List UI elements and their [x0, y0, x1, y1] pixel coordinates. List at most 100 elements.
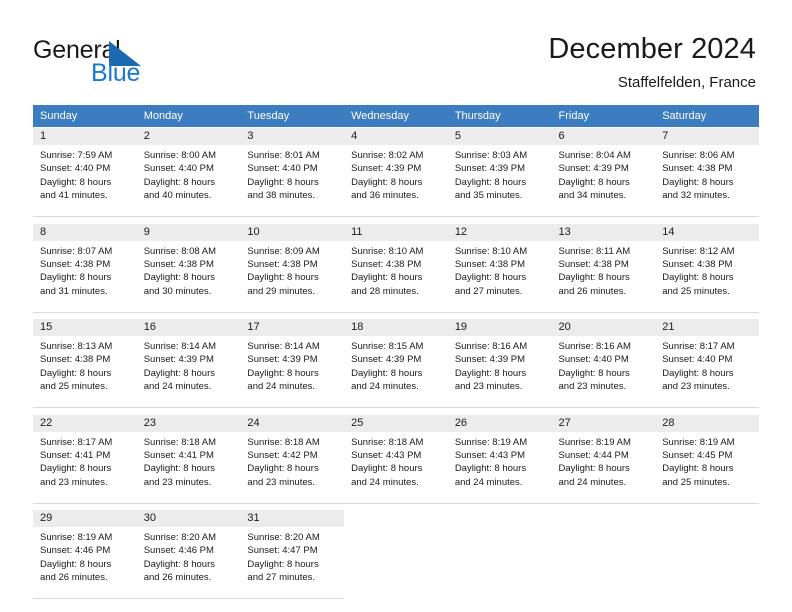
page-header: General Blue December 2024 Staffelfelden…	[0, 0, 792, 100]
daylight-text-line2: and 38 minutes.	[247, 190, 316, 202]
day-number: 29	[33, 510, 137, 527]
calendar-day-cell[interactable]: 23 Sunrise: 8:18 AM Sunset: 4:41 PM Dayligh…	[136, 413, 241, 504]
daylight-text-line1: Daylight: 8 hours	[662, 463, 734, 475]
calendar-day-cell[interactable]: 17 Sunrise: 8:14 AM Sunset: 4:39 PM Dayligh…	[240, 318, 345, 408]
calendar-day-cell[interactable]: 18 Sunrise: 8:15 AM Sunset: 4:39 PM Dayligh…	[344, 318, 448, 408]
day-number: 8	[33, 223, 137, 241]
day-cell-inner: 26 Sunrise: 8:19 AM Sunset: 4:43 PM Dayligh…	[447, 414, 552, 504]
calendar-week-row: 29 Sunrise: 8:19 AM Sunset: 4:46 PM Dayligh…	[33, 509, 759, 599]
calendar-day-cell[interactable]: 6 Sunrise: 8:04 AM Sunset: 4:39 PM Daylight…	[551, 127, 656, 217]
calendar-day-cell[interactable]: 22 Sunrise: 8:17 AM Sunset: 4:41 PM Dayligh…	[33, 413, 137, 504]
day-cell-inner: 18 Sunrise: 8:15 AM Sunset: 4:39 PM Dayligh…	[344, 319, 448, 408]
day-events: Sunrise: 8:08 AM Sunset: 4:38 PM Daylight:…	[137, 241, 241, 299]
day-cell-inner: 12 Sunrise: 8:10 AM Sunset: 4:38 PM Dayligh…	[447, 223, 552, 313]
sunrise-text: Sunrise: 8:17 AM	[40, 436, 113, 448]
day-events: Sunrise: 8:18 AM Sunset: 4:42 PM Daylight:…	[240, 432, 344, 490]
calendar-day-cell[interactable]: 15 Sunrise: 8:13 AM Sunset: 4:38 PM Dayligh…	[33, 318, 137, 408]
calendar-day-cell[interactable]: 30 Sunrise: 8:20 AM Sunset: 4:46 PM Dayligh…	[136, 509, 241, 599]
weekday-header-sunday: Sunday	[33, 105, 137, 128]
daylight-text-line2: and 41 minutes.	[40, 190, 108, 202]
calendar-day-cell[interactable]: 8 Sunrise: 8:07 AM Sunset: 4:38 PM Daylight…	[33, 222, 137, 313]
day-number: 19	[447, 319, 552, 336]
calendar-day-cell[interactable]: 29 Sunrise: 8:19 AM Sunset: 4:46 PM Dayligh…	[33, 509, 137, 599]
daylight-text-line1: Daylight: 8 hours	[247, 272, 319, 284]
calendar-day-cell[interactable]: 2 Sunrise: 8:00 AM Sunset: 4:40 PM Daylight…	[136, 127, 241, 217]
daylight-text-line1: Daylight: 8 hours	[40, 272, 112, 284]
calendar-day-cell[interactable]: 14 Sunrise: 8:12 AM Sunset: 4:38 PM Dayligh…	[655, 222, 759, 313]
daylight-text-line2: and 26 minutes.	[143, 572, 212, 584]
daylight-text-line1: Daylight: 8 hours	[247, 176, 319, 188]
daylight-text-line1: Daylight: 8 hours	[558, 176, 630, 188]
weekday-header-monday: Monday	[136, 105, 241, 128]
page-title: December 2024	[548, 33, 756, 65]
calendar-day-cell[interactable]: 13 Sunrise: 8:11 AM Sunset: 4:38 PM Dayligh…	[551, 222, 656, 313]
day-events: Sunrise: 8:11 AM Sunset: 4:38 PM Daylight:…	[552, 241, 656, 299]
calendar-day-cell[interactable]: 9 Sunrise: 8:08 AM Sunset: 4:38 PM Daylight…	[136, 222, 241, 313]
day-number: 4	[344, 128, 448, 145]
day-cell-inner: 14 Sunrise: 8:12 AM Sunset: 4:38 PM Dayligh…	[655, 223, 759, 313]
day-events: Sunrise: 8:07 AM Sunset: 4:38 PM Daylight:…	[33, 241, 137, 299]
weekday-header-saturday: Saturday	[655, 105, 759, 128]
calendar-day-cell[interactable]: 16 Sunrise: 8:14 AM Sunset: 4:39 PM Dayligh…	[136, 318, 241, 408]
day-events: Sunrise: 8:18 AM Sunset: 4:43 PM Daylight:…	[344, 432, 448, 490]
day-number: 30	[136, 510, 241, 527]
day-number: 13	[551, 223, 656, 241]
day-events: Sunrise: 8:19 AM Sunset: 4:46 PM Daylight:…	[33, 527, 137, 585]
daylight-text-line2: and 26 minutes.	[40, 572, 108, 584]
sunrise-text: Sunrise: 8:04 AM	[558, 150, 631, 161]
calendar-day-cell[interactable]: 12 Sunrise: 8:10 AM Sunset: 4:38 PM Dayligh…	[447, 222, 552, 313]
daylight-text-line1: Daylight: 8 hours	[454, 463, 527, 475]
daylight-text-line1: Daylight: 8 hours	[662, 272, 734, 284]
day-events: Sunrise: 8:06 AM Sunset: 4:38 PM Daylight:…	[655, 145, 759, 203]
calendar-day-cell[interactable]: 1 Sunrise: 7:59 AM Sunset: 4:40 PM Daylight…	[33, 127, 137, 217]
calendar-day-cell[interactable]: 5 Sunrise: 8:03 AM Sunset: 4:39 PM Daylight…	[447, 127, 552, 217]
sunset-text: Sunset: 4:47 PM	[247, 545, 318, 557]
day-events: Sunrise: 8:19 AM Sunset: 4:45 PM Daylight:…	[655, 432, 759, 490]
daylight-text-line1: Daylight: 8 hours	[247, 367, 319, 379]
sunrise-text: Sunrise: 8:06 AM	[662, 150, 735, 161]
sunset-text: Sunset: 4:41 PM	[40, 449, 111, 461]
calendar-day-cell[interactable]: 25 Sunrise: 8:18 AM Sunset: 4:43 PM Dayligh…	[344, 413, 448, 504]
calendar-day-cell[interactable]: 28 Sunrise: 8:19 AM Sunset: 4:45 PM Dayligh…	[655, 413, 759, 504]
calendar-day-cell[interactable]: 31 Sunrise: 8:20 AM Sunset: 4:47 PM Dayligh…	[240, 509, 345, 599]
day-events: Sunrise: 8:02 AM Sunset: 4:39 PM Daylight:…	[344, 145, 448, 203]
calendar-day-cell[interactable]: 3 Sunrise: 8:01 AM Sunset: 4:40 PM Daylight…	[240, 127, 345, 217]
day-number: 21	[655, 319, 759, 336]
day-cell-inner: 17 Sunrise: 8:14 AM Sunset: 4:39 PM Dayligh…	[240, 319, 345, 408]
calendar-day-cell[interactable]: 4 Sunrise: 8:02 AM Sunset: 4:39 PM Daylight…	[344, 127, 448, 217]
daylight-text-line2: and 35 minutes.	[454, 190, 523, 202]
calendar-empty-cell	[344, 509, 448, 599]
day-events: Sunrise: 8:10 AM Sunset: 4:38 PM Daylight:…	[344, 241, 448, 299]
calendar-day-cell[interactable]: 7 Sunrise: 8:06 AM Sunset: 4:38 PM Daylight…	[655, 127, 759, 217]
day-events: Sunrise: 8:01 AM Sunset: 4:40 PM Daylight:…	[240, 145, 344, 203]
calendar-week-row: 8 Sunrise: 8:07 AM Sunset: 4:38 PM Daylight…	[33, 222, 759, 313]
calendar-day-cell[interactable]: 11 Sunrise: 8:10 AM Sunset: 4:38 PM Dayligh…	[344, 222, 448, 313]
day-cell-inner	[344, 510, 448, 599]
sunrise-text: Sunrise: 8:13 AM	[40, 341, 113, 352]
calendar-body: 1 Sunrise: 7:59 AM Sunset: 4:40 PM Daylight…	[33, 127, 759, 599]
day-number: 27	[551, 414, 656, 432]
calendar-day-cell[interactable]: 10 Sunrise: 8:09 AM Sunset: 4:38 PM Dayligh…	[240, 222, 345, 313]
calendar-day-cell[interactable]: 24 Sunrise: 8:18 AM Sunset: 4:42 PM Dayligh…	[240, 413, 345, 504]
sunrise-text: Sunrise: 8:10 AM	[454, 245, 528, 257]
calendar-empty-cell	[447, 509, 552, 599]
calendar-day-cell[interactable]: 19 Sunrise: 8:16 AM Sunset: 4:39 PM Dayligh…	[447, 318, 552, 408]
daylight-text-line1: Daylight: 8 hours	[662, 176, 734, 188]
day-number: 1	[33, 128, 137, 145]
sunset-text: Sunset: 4:43 PM	[454, 449, 526, 461]
sunset-text: Sunset: 4:38 PM	[662, 258, 733, 270]
sunrise-text: Sunrise: 8:14 AM	[143, 341, 217, 352]
brand-logo[interactable]: General Blue	[33, 36, 253, 92]
calendar-day-cell[interactable]: 27 Sunrise: 8:19 AM Sunset: 4:44 PM Dayligh…	[551, 413, 656, 504]
day-number: 15	[33, 319, 137, 336]
calendar-day-cell[interactable]: 26 Sunrise: 8:19 AM Sunset: 4:43 PM Dayligh…	[447, 413, 552, 504]
day-cell-inner: 22 Sunrise: 8:17 AM Sunset: 4:41 PM Dayligh…	[33, 414, 137, 504]
day-cell-inner: 10 Sunrise: 8:09 AM Sunset: 4:38 PM Dayligh…	[240, 223, 345, 313]
sunset-text: Sunset: 4:46 PM	[40, 545, 111, 557]
calendar-day-cell[interactable]: 20 Sunrise: 8:16 AM Sunset: 4:40 PM Dayligh…	[551, 318, 656, 408]
day-cell-inner: 25 Sunrise: 8:18 AM Sunset: 4:43 PM Dayligh…	[344, 414, 448, 504]
day-cell-inner: 30 Sunrise: 8:20 AM Sunset: 4:46 PM Dayligh…	[136, 510, 241, 599]
day-cell-inner	[447, 510, 552, 599]
day-number: 10	[240, 223, 345, 241]
calendar-day-cell[interactable]: 21 Sunrise: 8:17 AM Sunset: 4:40 PM Dayligh…	[655, 318, 759, 408]
